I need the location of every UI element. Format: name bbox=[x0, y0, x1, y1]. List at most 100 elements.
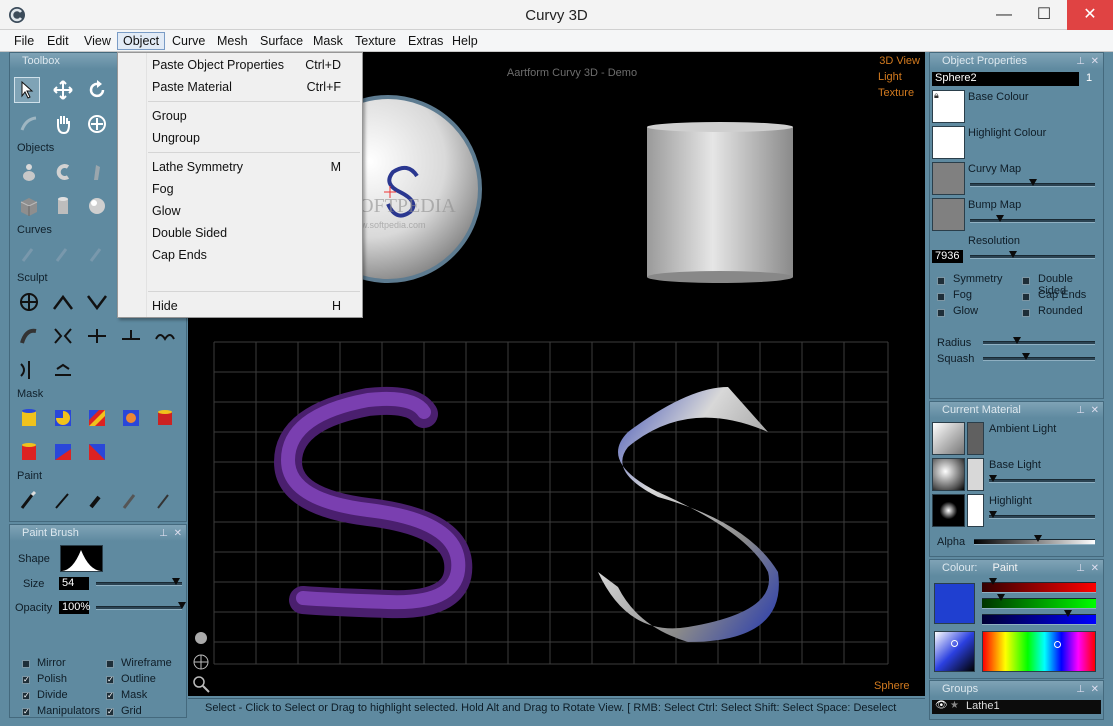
paint-fill-tool[interactable] bbox=[84, 487, 110, 513]
sculpt-pinch-tool[interactable] bbox=[50, 323, 76, 349]
base-light-colour[interactable] bbox=[967, 458, 984, 491]
paint-soft-tool[interactable] bbox=[152, 487, 178, 513]
sculpt-pull-tool[interactable] bbox=[50, 289, 76, 315]
highlight-swatch[interactable] bbox=[932, 494, 965, 527]
menu-texture[interactable]: Texture bbox=[350, 32, 401, 50]
paint-brush-tool[interactable] bbox=[16, 487, 42, 513]
shade-picker-handle[interactable] bbox=[951, 640, 958, 647]
menu-group[interactable]: Group bbox=[119, 105, 361, 127]
resolution-thumb[interactable] bbox=[1008, 251, 1017, 258]
menu-paste-object-properties[interactable]: Paste Object Properties Ctrl+D bbox=[119, 54, 361, 76]
sculpt-push-tool[interactable] bbox=[84, 289, 110, 315]
polish-checkbox[interactable]: ✓ bbox=[22, 676, 30, 684]
highlight-colour[interactable] bbox=[967, 494, 984, 527]
pin-icon[interactable]: ⊥ bbox=[1076, 682, 1085, 698]
mirror-checkbox[interactable] bbox=[22, 660, 30, 668]
blue-slider[interactable] bbox=[982, 610, 1096, 625]
resolution-field[interactable]: 7936 bbox=[932, 250, 963, 263]
squash-thumb[interactable] bbox=[1021, 353, 1030, 360]
green-slider[interactable] bbox=[982, 594, 1096, 609]
menu-paste-material[interactable]: Paste Material Ctrl+F bbox=[119, 76, 361, 98]
ambient-light-colour[interactable] bbox=[967, 422, 984, 455]
mask-split-tool[interactable] bbox=[84, 439, 110, 465]
select-tool[interactable] bbox=[14, 77, 40, 103]
menu-file[interactable]: File bbox=[9, 32, 39, 50]
mask-blend-tool[interactable] bbox=[118, 405, 144, 431]
light-toggle[interactable]: Light bbox=[878, 71, 902, 83]
outline-checkbox[interactable]: ✓ bbox=[106, 676, 114, 684]
sculpt-flatten-tool[interactable] bbox=[84, 323, 110, 349]
highlight-colour-swatch[interactable] bbox=[932, 126, 965, 159]
mask-partial-tool[interactable] bbox=[50, 405, 76, 431]
menu-curve[interactable]: Curve bbox=[167, 32, 210, 50]
sphere-object-tool[interactable] bbox=[84, 193, 110, 219]
panel-close-icon[interactable]: ✕ bbox=[1091, 403, 1099, 419]
menu-fog[interactable]: Fog bbox=[119, 178, 361, 200]
lock-icon[interactable]: 🔒︎ bbox=[934, 90, 939, 101]
bump-map-swatch[interactable] bbox=[932, 198, 965, 231]
cube-object-tool[interactable] bbox=[16, 193, 42, 219]
texture-toggle[interactable]: Texture bbox=[878, 87, 914, 99]
base-light-slider[interactable] bbox=[989, 475, 1095, 483]
menu-mesh[interactable]: Mesh bbox=[212, 32, 253, 50]
menu-edit[interactable]: Edit bbox=[42, 32, 74, 50]
pin-icon[interactable]: ⊥ bbox=[1076, 403, 1085, 419]
pin-icon[interactable]: ⊥ bbox=[1076, 54, 1085, 70]
size-field[interactable]: 54 bbox=[59, 577, 89, 590]
pin-icon[interactable]: ⊥ bbox=[1076, 561, 1085, 577]
mask-pink-tool[interactable] bbox=[152, 405, 178, 431]
mask-invert-tool[interactable] bbox=[16, 439, 42, 465]
opacity-slider[interactable] bbox=[96, 602, 186, 610]
tube-object-tool[interactable] bbox=[84, 159, 110, 185]
grid-checkbox[interactable]: ✓ bbox=[106, 708, 114, 716]
squash-slider[interactable] bbox=[983, 353, 1095, 361]
curve-object-tool[interactable] bbox=[50, 159, 76, 185]
rounded-checkbox[interactable] bbox=[1022, 309, 1030, 317]
fog-checkbox[interactable] bbox=[937, 293, 945, 301]
green-thumb[interactable] bbox=[997, 594, 1006, 601]
eye-icon[interactable]: 👁︎ bbox=[935, 700, 948, 711]
panel-close-icon[interactable]: ✕ bbox=[1091, 54, 1099, 70]
menu-double-sided[interactable]: Double Sided bbox=[119, 222, 361, 244]
size-slider[interactable] bbox=[96, 578, 182, 586]
menu-help[interactable]: Help bbox=[447, 32, 483, 50]
resolution-slider[interactable] bbox=[970, 251, 1095, 259]
orbit-tool[interactable] bbox=[84, 111, 110, 137]
opacity-field[interactable]: 100% bbox=[59, 601, 90, 614]
scale-tool[interactable] bbox=[16, 111, 42, 137]
menu-extras[interactable]: Extras bbox=[403, 32, 448, 50]
wireframe-checkbox[interactable] bbox=[106, 660, 114, 668]
size-slider-thumb[interactable] bbox=[171, 578, 180, 585]
object-name-field[interactable]: Sphere2 bbox=[932, 72, 1079, 86]
divide-checkbox[interactable]: ✓ bbox=[22, 692, 30, 700]
edit-curve-tool[interactable] bbox=[50, 241, 76, 267]
opacity-slider-thumb[interactable] bbox=[178, 602, 186, 609]
mask-fill-tool[interactable] bbox=[16, 405, 42, 431]
zoom-view-button[interactable] bbox=[191, 674, 211, 694]
menu-cap-ends[interactable]: Cap Ends bbox=[119, 244, 361, 266]
cylinder-object-tool[interactable] bbox=[50, 193, 76, 219]
hue-picker[interactable] bbox=[982, 631, 1096, 672]
base-light-thumb[interactable] bbox=[989, 475, 997, 482]
menu-lathe-symmetry[interactable]: Lathe Symmetry M bbox=[119, 156, 361, 178]
curvy-map-thumb[interactable] bbox=[1028, 179, 1037, 186]
manipulators-checkbox[interactable]: ✓ bbox=[22, 708, 30, 716]
star-icon[interactable]: ★ bbox=[950, 700, 959, 711]
mask-clear-tool[interactable] bbox=[50, 439, 76, 465]
red-thumb[interactable] bbox=[989, 578, 998, 585]
paint-pen-tool[interactable] bbox=[50, 487, 76, 513]
panel-close-icon[interactable]: ✕ bbox=[1091, 682, 1099, 698]
pan-tool[interactable] bbox=[50, 111, 76, 137]
bump-map-thumb[interactable] bbox=[996, 215, 1004, 222]
menu-mask[interactable]: Mask bbox=[308, 32, 348, 50]
menu-object[interactable]: Object bbox=[117, 32, 166, 50]
alpha-slider[interactable] bbox=[974, 535, 1095, 545]
paint-smudge-tool[interactable] bbox=[118, 487, 144, 513]
colour-mode[interactable]: Paint bbox=[993, 562, 1018, 574]
close-button[interactable]: ✕ bbox=[1067, 0, 1113, 30]
move-tool[interactable] bbox=[50, 77, 76, 103]
lathe-ribbon-object[interactable] bbox=[598, 387, 779, 642]
menu-glow[interactable]: Glow bbox=[119, 200, 361, 222]
group-row[interactable]: 👁︎ ★ Lathe1 bbox=[932, 700, 1101, 714]
sculpt-raise-tool[interactable] bbox=[50, 357, 76, 383]
